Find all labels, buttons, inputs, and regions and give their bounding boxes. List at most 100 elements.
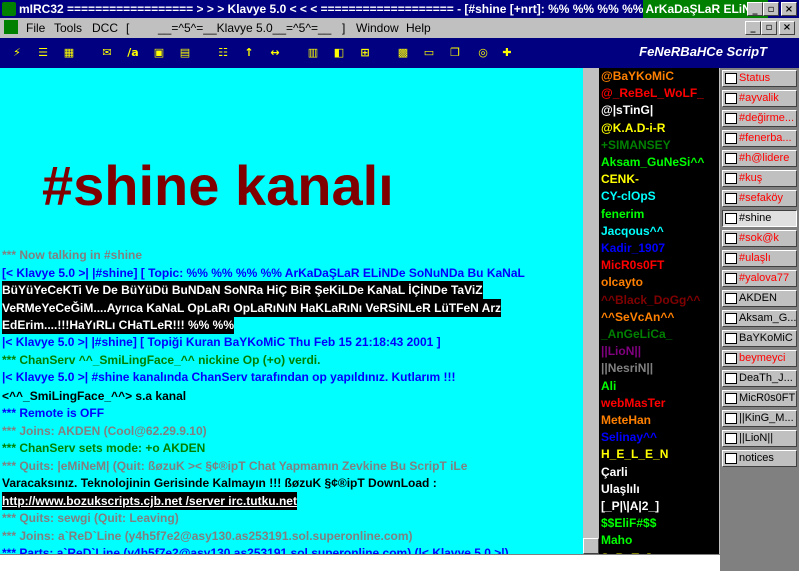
switchbar-button[interactable]: #sok@k [722,230,797,247]
log-icon[interactable]: ▥ [306,46,320,60]
nick-item[interactable]: Selinay^^ [601,430,657,444]
switchbar-button[interactable]: DeaTh_J... [722,370,797,387]
channel-banner: #shine kanalı [42,154,394,217]
channel-window-icon[interactable] [4,20,18,34]
window-icon [725,233,737,244]
switchbar-button[interactable]: #shine [722,210,797,227]
switchbar-button[interactable]: #ulaşlı [722,250,797,267]
switchbar-button[interactable]: BaYKoMiC [722,330,797,347]
chat-scroll-thumb[interactable] [583,538,599,554]
child-restore-button[interactable]: ▫ [761,21,777,35]
channels-icon[interactable]: ▦ [62,46,76,60]
nick-item[interactable]: +SIMANSEY [601,138,671,152]
nick-item[interactable]: $$EliF#$$ [601,516,656,530]
switchbar-button[interactable]: notices [722,450,797,467]
cascade-icon[interactable]: ❐ [448,46,462,60]
remote-icon[interactable]: ✉ [100,46,114,60]
title-bar: mIRC32 ================== > > > Klavye 5… [0,0,799,18]
help-lifebuoy-icon[interactable]: ◎ [476,46,490,60]
menu-help[interactable]: Help [406,18,431,38]
tile-icon[interactable]: ▭ [422,46,436,60]
nick-item[interactable]: olcayto [601,275,643,289]
scripts-icon[interactable]: ▤ [178,46,192,60]
switchbar-button[interactable]: Status [722,70,797,87]
window-icon [725,393,737,404]
switchbar-button[interactable]: #kuş [722,170,797,187]
window-icon [725,433,737,444]
address-book-icon[interactable]: ☷ [216,46,230,60]
nick-item[interactable]: @_ReBeL_WoLF_ [601,86,704,100]
window-icon [725,193,737,204]
switchbar-button[interactable]: #h@lidere [722,150,797,167]
chat-scrollbar[interactable] [583,68,599,554]
dcc-chat-icon[interactable]: ↔ [268,46,282,60]
chat-line: <^^_SmiLingFace_^^> s.a kanal [2,389,187,403]
switchbar-button[interactable]: #sefaköy [722,190,797,207]
nick-item[interactable]: Çarli [601,465,628,479]
nick-item[interactable]: @BaYKoMiC [601,69,674,83]
menu-tools[interactable]: Tools [54,18,82,38]
nick-item[interactable]: webMasTer [601,396,665,410]
window-icon [725,253,737,264]
menu-window[interactable]: Window [356,18,399,38]
child-close-button[interactable]: × [779,21,795,35]
nick-item[interactable]: [_P|\|A|2_] [601,499,659,513]
child-minimize-button[interactable]: _ [745,21,761,35]
switchbar-button[interactable]: beymeyci [722,350,797,367]
chat-line: EdErim....!!!HaYıRLı CHaTLeR!!! %% %% [2,316,235,334]
nick-item[interactable]: ^^Black_DoGg^^ [601,293,700,307]
nick-item[interactable]: ||NesriN|| [601,361,653,375]
nick-item[interactable]: Kadir_1907 [601,241,665,255]
nick-item[interactable]: MeteHan [601,413,651,427]
nick-item[interactable]: Ulaşlılı [601,482,640,496]
switchbar-button[interactable]: ||LioN|| [722,430,797,447]
alias-icon[interactable]: /a [126,46,140,60]
nick-item[interactable]: @K.A.D-i-R [601,121,665,135]
nick-item[interactable]: H_E_L_E_N [601,447,668,461]
popups-icon[interactable]: ▣ [152,46,166,60]
close-button[interactable]: × [781,2,797,16]
about-icon[interactable]: ✚ [500,46,514,60]
menu-script-name[interactable]: __=^5^=__Klavye 5.0__=^5^=__ [158,18,331,38]
chat-line: *** Quits: |eMiNeM| (Quit: ßøzuK >< §¢®i… [2,459,468,473]
connect-icon[interactable]: ⚡ [10,46,24,60]
nick-list[interactable]: @BaYKoMiC @_ReBeL_WoLF_ @|sTinG| @K.A.D-i-R… [599,68,719,570]
maximize-button[interactable]: ▫ [763,2,779,16]
switchbar-label: Aksam_G... [739,312,797,324]
nick-item[interactable]: ^^SeVcAn^^ [601,310,674,324]
switchbar-button[interactable]: #yalova77 [722,270,797,287]
nick-item[interactable]: Jacqous^^ [601,224,664,238]
script-brand: FeNeRBaHCe ScripT [639,44,767,59]
urls-icon[interactable]: ⊞ [358,46,372,60]
menu-dcc[interactable]: DCC [92,18,118,38]
minimize-button[interactable]: _ [747,2,763,16]
nick-item[interactable]: CENK- [601,172,639,186]
switchbar-button[interactable]: #değirme... [722,110,797,127]
nick-item[interactable]: Aksam_GuNeSi^^ [601,155,704,169]
switchbar-button[interactable]: MicR0s0FT [722,390,797,407]
switchbar-button[interactable]: AKDEN [722,290,797,307]
switchbar-button[interactable]: #fenerba... [722,130,797,147]
nick-item[interactable]: fenerim [601,207,644,221]
message-input[interactable] [0,554,720,571]
nick-item[interactable]: _AnGeLiCa_ [601,327,672,341]
nick-item[interactable]: CY-clOpS [601,189,656,203]
colors-icon[interactable]: ▩ [396,46,410,60]
switchbar-label: #h@lidere [739,152,790,164]
switchbar-button[interactable]: Aksam_G... [722,310,797,327]
switchbar-button[interactable]: ||KinG_M... [722,410,797,427]
dcc-send-icon[interactable]: ↑ [242,46,256,60]
nick-item[interactable]: Maho [601,533,632,547]
mirc-app-icon[interactable] [2,2,16,16]
switchbar-button[interactable]: #ayvalik [722,90,797,107]
nick-item[interactable]: Ali [601,379,616,393]
options-icon[interactable]: ☰ [36,46,50,60]
chat-window[interactable]: #shine kanalı *** Now talking in #shine [… [0,68,583,554]
nick-item[interactable]: MicR0s0FT [601,258,664,272]
notify-icon[interactable]: ◧ [332,46,346,60]
nick-item[interactable]: ||LioN|| [601,344,641,358]
chat-line: *** ChanServ ^^_SmiLingFace_^^ nickine O… [2,353,321,367]
menu-file[interactable]: File [26,18,45,38]
chat-line: Varacaksınız. Teknolojinin Gerisinde Kal… [2,476,437,490]
nick-item[interactable]: @|sTinG| [601,103,653,117]
